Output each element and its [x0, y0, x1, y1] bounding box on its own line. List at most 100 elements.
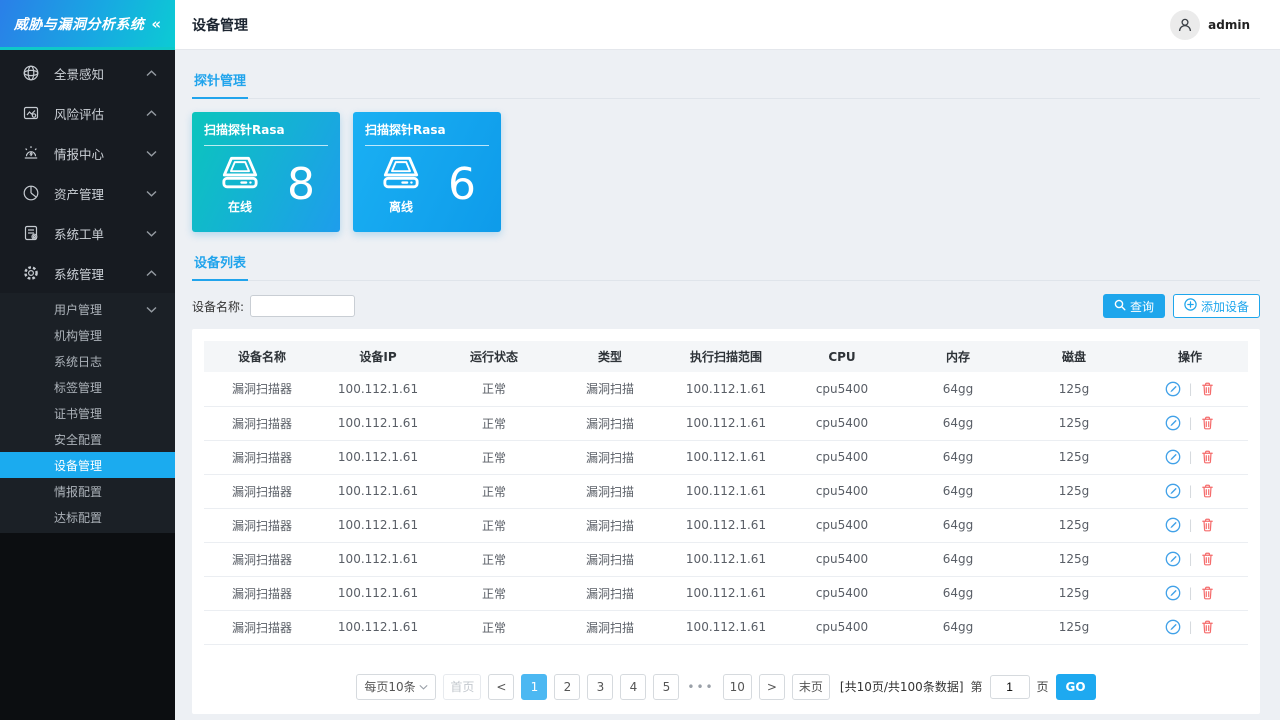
device-name-input[interactable]	[250, 295, 356, 317]
page-button-1[interactable]: 1	[521, 673, 548, 700]
scanner-icon	[217, 155, 263, 196]
submenu-item-system-log[interactable]: 系统日志	[0, 348, 175, 374]
edit-icon[interactable]	[1165, 619, 1181, 635]
probe-card-offline[interactable]: 扫描探针Rasa 离线 6	[353, 112, 501, 232]
cell-actions: |	[1132, 542, 1248, 577]
probe-count: 6	[448, 159, 476, 210]
submenu-item-label: 达标配置	[54, 510, 103, 525]
first-page-button[interactable]: 首页	[443, 673, 482, 700]
table-row: 漏洞扫描器 100.112.1.61 正常 漏洞扫描 100.112.1.61 cpu54…	[204, 508, 1248, 543]
cell-name: 漏洞扫描器	[204, 576, 320, 611]
cell-status: 正常	[436, 474, 552, 509]
card-divider	[204, 145, 328, 146]
page-button-2[interactable]: 2	[554, 673, 581, 700]
cell-name: 漏洞扫描器	[204, 372, 320, 407]
submenu-item-compliance-config[interactable]: 达标配置	[0, 504, 175, 530]
submenu-item-label: 情报配置	[54, 484, 103, 499]
submenu-item-device-mgmt[interactable]: 设备管理	[0, 452, 175, 478]
delete-icon[interactable]	[1200, 381, 1215, 397]
delete-icon[interactable]	[1200, 483, 1215, 499]
edit-icon[interactable]	[1165, 517, 1181, 533]
submenu-item-cert-mgmt[interactable]: 证书管理	[0, 400, 175, 426]
cell-disk: 125g	[1016, 440, 1132, 475]
action-divider: |	[1188, 416, 1193, 430]
sidebar-filler	[0, 533, 175, 720]
jump-suffix-label: 页	[1036, 680, 1049, 694]
delete-icon[interactable]	[1200, 585, 1215, 601]
submenu-item-label: 证书管理	[54, 406, 103, 421]
sidebar-item-panorama[interactable]: 全景感知	[0, 53, 175, 93]
page-button-5[interactable]: 5	[653, 673, 680, 700]
sidebar-item-label: 系统管理	[54, 266, 105, 282]
column-header: 类型	[552, 341, 668, 372]
edit-icon[interactable]	[1165, 449, 1181, 465]
cell-disk: 125g	[1016, 542, 1132, 577]
username: admin	[1208, 17, 1250, 32]
cell-type: 漏洞扫描	[552, 576, 668, 611]
submenu-item-tag-mgmt[interactable]: 标签管理	[0, 374, 175, 400]
content: 探针管理 扫描探针Rasa 在线 8 扫描探针Rasa 离线 6 设备列表 设备…	[175, 50, 1280, 720]
sidebar-item-risk-assessment[interactable]: 风险评估	[0, 93, 175, 133]
probe-status-label: 离线	[388, 200, 413, 214]
edit-icon[interactable]	[1165, 585, 1181, 601]
probe-card-title: 扫描探针Rasa	[204, 123, 285, 137]
tab-device-list[interactable]: 设备列表	[192, 246, 249, 281]
page-size-label: 每页10条	[364, 680, 416, 694]
device-table-body: 漏洞扫描器 100.112.1.61 正常 漏洞扫描 100.112.1.61 cpu54…	[204, 372, 1248, 645]
cell-cpu: cpu5400	[784, 474, 900, 509]
submenu-item-user-mgmt[interactable]: 用户管理	[0, 296, 175, 322]
cell-status: 正常	[436, 576, 552, 611]
cell-memory: 64gg	[900, 542, 1016, 577]
cell-status: 正常	[436, 610, 552, 645]
delete-icon[interactable]	[1200, 449, 1215, 465]
prev-page-button[interactable]: <	[488, 673, 515, 700]
last-page-button[interactable]: 末页	[791, 673, 830, 700]
delete-icon[interactable]	[1200, 551, 1215, 567]
user-avatar-icon[interactable]	[1170, 9, 1201, 40]
cell-disk: 125g	[1016, 610, 1132, 645]
collapse-sidebar-icon[interactable]: «	[151, 15, 161, 33]
chevron-down-icon	[146, 306, 157, 313]
page-button-10[interactable]: 10	[722, 673, 752, 700]
sidebar-item-work-orders[interactable]: 系统工单	[0, 213, 175, 253]
cell-type: 漏洞扫描	[552, 406, 668, 441]
edit-icon[interactable]	[1165, 483, 1181, 499]
page-button-4[interactable]: 4	[620, 673, 647, 700]
user-menu[interactable]: admin	[1170, 9, 1250, 40]
page-button-3[interactable]: 3	[587, 673, 614, 700]
submenu-item-org-mgmt[interactable]: 机构管理	[0, 322, 175, 348]
sidebar: 威胁与漏洞分析系统 « 全景感知 风险评估 情报中心 资产管理 系统工单 系统管…	[0, 0, 175, 720]
delete-icon[interactable]	[1200, 517, 1215, 533]
sidebar-menu: 全景感知 风险评估 情报中心 资产管理 系统工单 系统管理	[0, 50, 175, 293]
next-page-button[interactable]: >	[758, 673, 785, 700]
sidebar-item-asset-mgmt[interactable]: 资产管理	[0, 173, 175, 213]
edit-icon[interactable]	[1165, 381, 1181, 397]
probe-status-label: 在线	[227, 200, 252, 214]
delete-icon[interactable]	[1200, 619, 1215, 635]
app-title: 威胁与漏洞分析系统	[13, 16, 145, 33]
go-button[interactable]: GO	[1055, 673, 1096, 700]
table-row: 漏洞扫描器 100.112.1.61 正常 漏洞扫描 100.112.1.61 cpu54…	[204, 610, 1248, 645]
cell-name: 漏洞扫描器	[204, 474, 320, 509]
select-chevron-down-icon	[419, 684, 428, 690]
cell-type: 漏洞扫描	[552, 440, 668, 475]
edit-icon[interactable]	[1165, 415, 1181, 431]
submenu-item-intel-config[interactable]: 情报配置	[0, 478, 175, 504]
cell-actions: |	[1132, 610, 1248, 645]
column-header: CPU	[784, 341, 900, 372]
cell-status: 正常	[436, 542, 552, 577]
table-row: 漏洞扫描器 100.112.1.61 正常 漏洞扫描 100.112.1.61 cpu54…	[204, 474, 1248, 509]
tab-probe-management[interactable]: 探针管理	[192, 64, 249, 99]
submenu-item-security-config[interactable]: 安全配置	[0, 426, 175, 452]
delete-icon[interactable]	[1200, 415, 1215, 431]
sidebar-item-system-mgmt[interactable]: 系统管理	[0, 253, 175, 293]
edit-icon[interactable]	[1165, 551, 1181, 567]
search-button[interactable]: 查询	[1102, 294, 1165, 318]
add-device-button[interactable]: 添加设备	[1172, 294, 1260, 318]
cell-cpu: cpu5400	[784, 610, 900, 645]
page-size-select[interactable]: 每页10条	[356, 673, 437, 700]
sidebar-item-intel-center[interactable]: 情报中心	[0, 133, 175, 173]
cell-memory: 64gg	[900, 610, 1016, 645]
probe-card-online[interactable]: 扫描探针Rasa 在线 8	[192, 112, 340, 232]
jump-page-input[interactable]	[989, 674, 1030, 699]
